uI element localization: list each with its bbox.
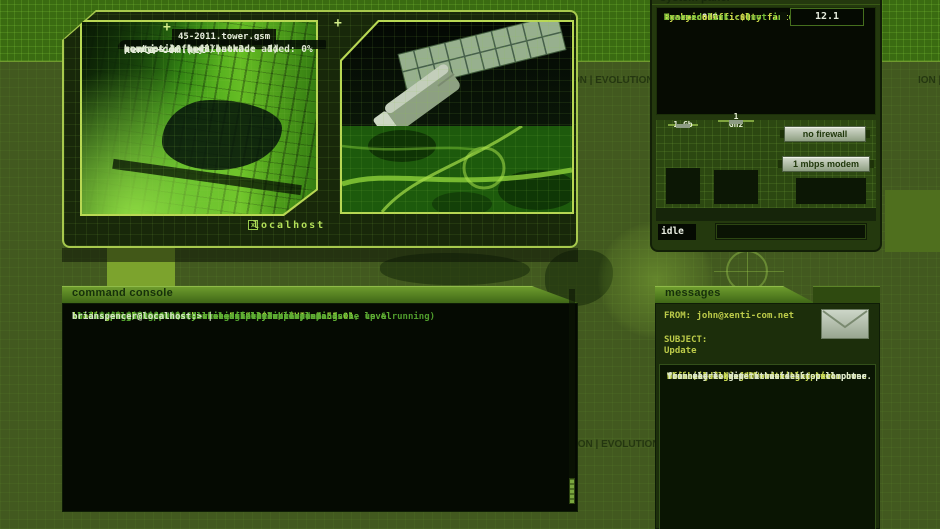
memory-chip[interactable]: 1 Gb [668, 120, 698, 162]
localhost-label: localhost [253, 220, 326, 231]
chip-pin [676, 124, 690, 128]
city-photo-frame [80, 20, 318, 216]
subject-label: SUBJECT: [664, 335, 708, 345]
background-right-patch [885, 190, 940, 252]
chip-pin [729, 120, 743, 124]
activity-status-label: idle [658, 224, 696, 240]
text-cursor: | [207, 312, 213, 322]
map-marker-icon: + [334, 16, 342, 31]
satellite-photo [342, 22, 572, 212]
game-screen: TION | EVOLUTION ION | EVOLUTION ION | E… [0, 0, 940, 529]
console-output[interactable]: loading Evolution OS: kernel 5.12.002 / … [62, 303, 578, 512]
hardware-panel: 1 Gb 1 Ghz no firewall 1 mbps modem [656, 112, 876, 208]
tooltip-encryption: encryption key: none [124, 44, 245, 55]
subject-value: Update [664, 346, 697, 356]
divider-strip [656, 208, 876, 221]
satellite-image [342, 22, 572, 126]
evolution-watermark: ION | EVOLUTION [918, 75, 940, 86]
message-line: from there. Wipe it out. [667, 372, 790, 382]
evolution-watermark: ION | EVOLUTION [575, 439, 660, 450]
tooltip-money-files: money: $0 | files: 2 [124, 44, 245, 55]
console-scrollbar-track[interactable] [569, 289, 575, 489]
city-walkway [112, 159, 302, 195]
host-tooltip: xenti-com.net ports: 1 (open/hacked: 1) … [118, 40, 326, 56]
tooltip-bounces-trace: bounces left: 3 | trace added: 0% [124, 44, 313, 55]
satellite-photo-frame [340, 20, 574, 214]
firewall-status-plate[interactable]: no firewall [780, 126, 870, 142]
city-trees-silhouette [162, 100, 282, 170]
map-marker-icon: + [163, 20, 171, 35]
city-photo [82, 22, 316, 214]
tooltip-ports: ports: 1 (open/hacked: 1) [124, 44, 279, 55]
console-title: command console [72, 287, 174, 299]
messages-title-bar: messages [655, 286, 815, 303]
console-prompt[interactable]: brianspencer@localhost:> | [72, 312, 213, 322]
bounced-link-status: Bounced link : (not in use) [664, 13, 811, 23]
console-title-bar: command console [62, 286, 578, 303]
prompt-text: brianspencer@localhost:> [72, 312, 208, 322]
empty-hardware-slot [796, 178, 866, 204]
network-map-panel: + + 45-2011.tower.gsm xenti-com.net port… [62, 10, 578, 248]
cpu-chip[interactable]: 1 Ghz [718, 112, 754, 164]
map-panel-shadow [62, 248, 578, 262]
host-node-tower-gsm[interactable]: 45-2011.tower.gsm [172, 29, 277, 45]
timer-dot [780, 12, 787, 20]
message-from-line: FROM: john@xenti-com.net [664, 311, 794, 321]
messages-title: messages [665, 287, 721, 299]
modem-status-plate[interactable]: 1 mbps modem [778, 156, 874, 172]
aerial-roads-graphic [342, 126, 572, 212]
messages-title-bar-extension [813, 286, 880, 303]
system-panel: system panel Score: 800 Trace: 0 % Dynam… [650, 0, 882, 252]
tooltip-hostname: xenti-com.net [124, 44, 207, 56]
system-panel-title: system panel [652, 0, 880, 5]
message-view: FROM: john@xenti-com.net SUBJECT: Update… [655, 303, 880, 529]
messages-panel: messages FROM: john@xenti-com.net SUBJEC… [655, 286, 880, 529]
activity-progress-bar [716, 224, 866, 239]
empty-hardware-slot [666, 168, 700, 204]
host-node-icon: x [248, 220, 258, 230]
message-body[interactable]: Brian, We managed to follow the guy to a… [659, 364, 876, 529]
aerial-image [342, 126, 572, 212]
timer-display: 12.1 [790, 8, 864, 26]
envelope-icon[interactable] [821, 309, 869, 339]
from-value: john@xenti-com.net [696, 311, 795, 321]
command-console-panel: command console loading Evolution OS: ke… [62, 286, 578, 512]
from-label: FROM: [664, 311, 697, 321]
satellite-graphic [373, 22, 567, 126]
console-scrollbar-thumb[interactable] [569, 478, 575, 504]
empty-hardware-slot [714, 170, 758, 204]
